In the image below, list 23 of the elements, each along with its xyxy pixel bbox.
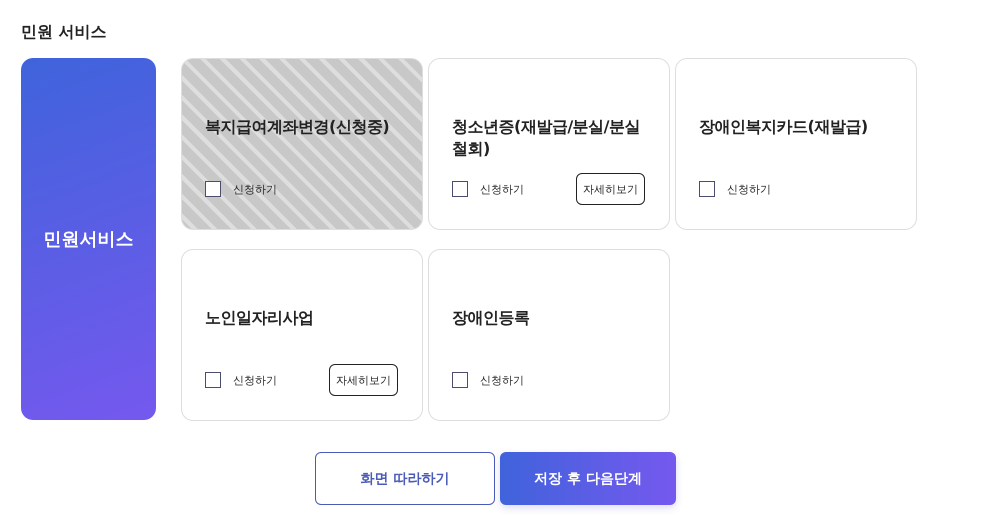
- apply-checkbox[interactable]: 신청하기: [452, 181, 524, 197]
- guide-button[interactable]: 화면 따라하기: [315, 452, 495, 505]
- checkbox-icon[interactable]: [205, 372, 221, 388]
- checkbox-icon[interactable]: [452, 181, 468, 197]
- service-title: 청소년증(재발급/분실/분실철회): [452, 116, 641, 160]
- detail-button[interactable]: 자세히보기: [576, 173, 645, 205]
- detail-button[interactable]: 자세히보기: [329, 364, 398, 396]
- service-card[interactable]: 장애인등록 신청하기: [428, 249, 670, 421]
- category-panel: 민원서비스: [21, 58, 156, 420]
- section-title: 민원 서비스: [21, 21, 108, 43]
- service-card[interactable]: 노인일자리사업 신청하기 자세히보기: [181, 249, 423, 421]
- apply-checkbox[interactable]: 신청하기: [205, 372, 277, 388]
- service-card[interactable]: 청소년증(재발급/분실/분실철회) 신청하기 자세히보기: [428, 58, 670, 230]
- checkbox-icon[interactable]: [699, 181, 715, 197]
- apply-checkbox[interactable]: 신청하기: [452, 372, 524, 388]
- apply-checkbox[interactable]: 신청하기: [699, 181, 771, 197]
- service-title: 복지급여계좌변경(신청중): [205, 116, 390, 138]
- service-title: 장애인복지카드(재발급): [699, 116, 869, 138]
- save-next-button[interactable]: 저장 후 다음단계: [500, 452, 676, 505]
- service-card[interactable]: 장애인복지카드(재발급) 신청하기: [675, 58, 917, 230]
- service-title: 장애인등록: [452, 307, 530, 329]
- checkbox-icon[interactable]: [452, 372, 468, 388]
- service-title: 노인일자리사업: [205, 307, 314, 329]
